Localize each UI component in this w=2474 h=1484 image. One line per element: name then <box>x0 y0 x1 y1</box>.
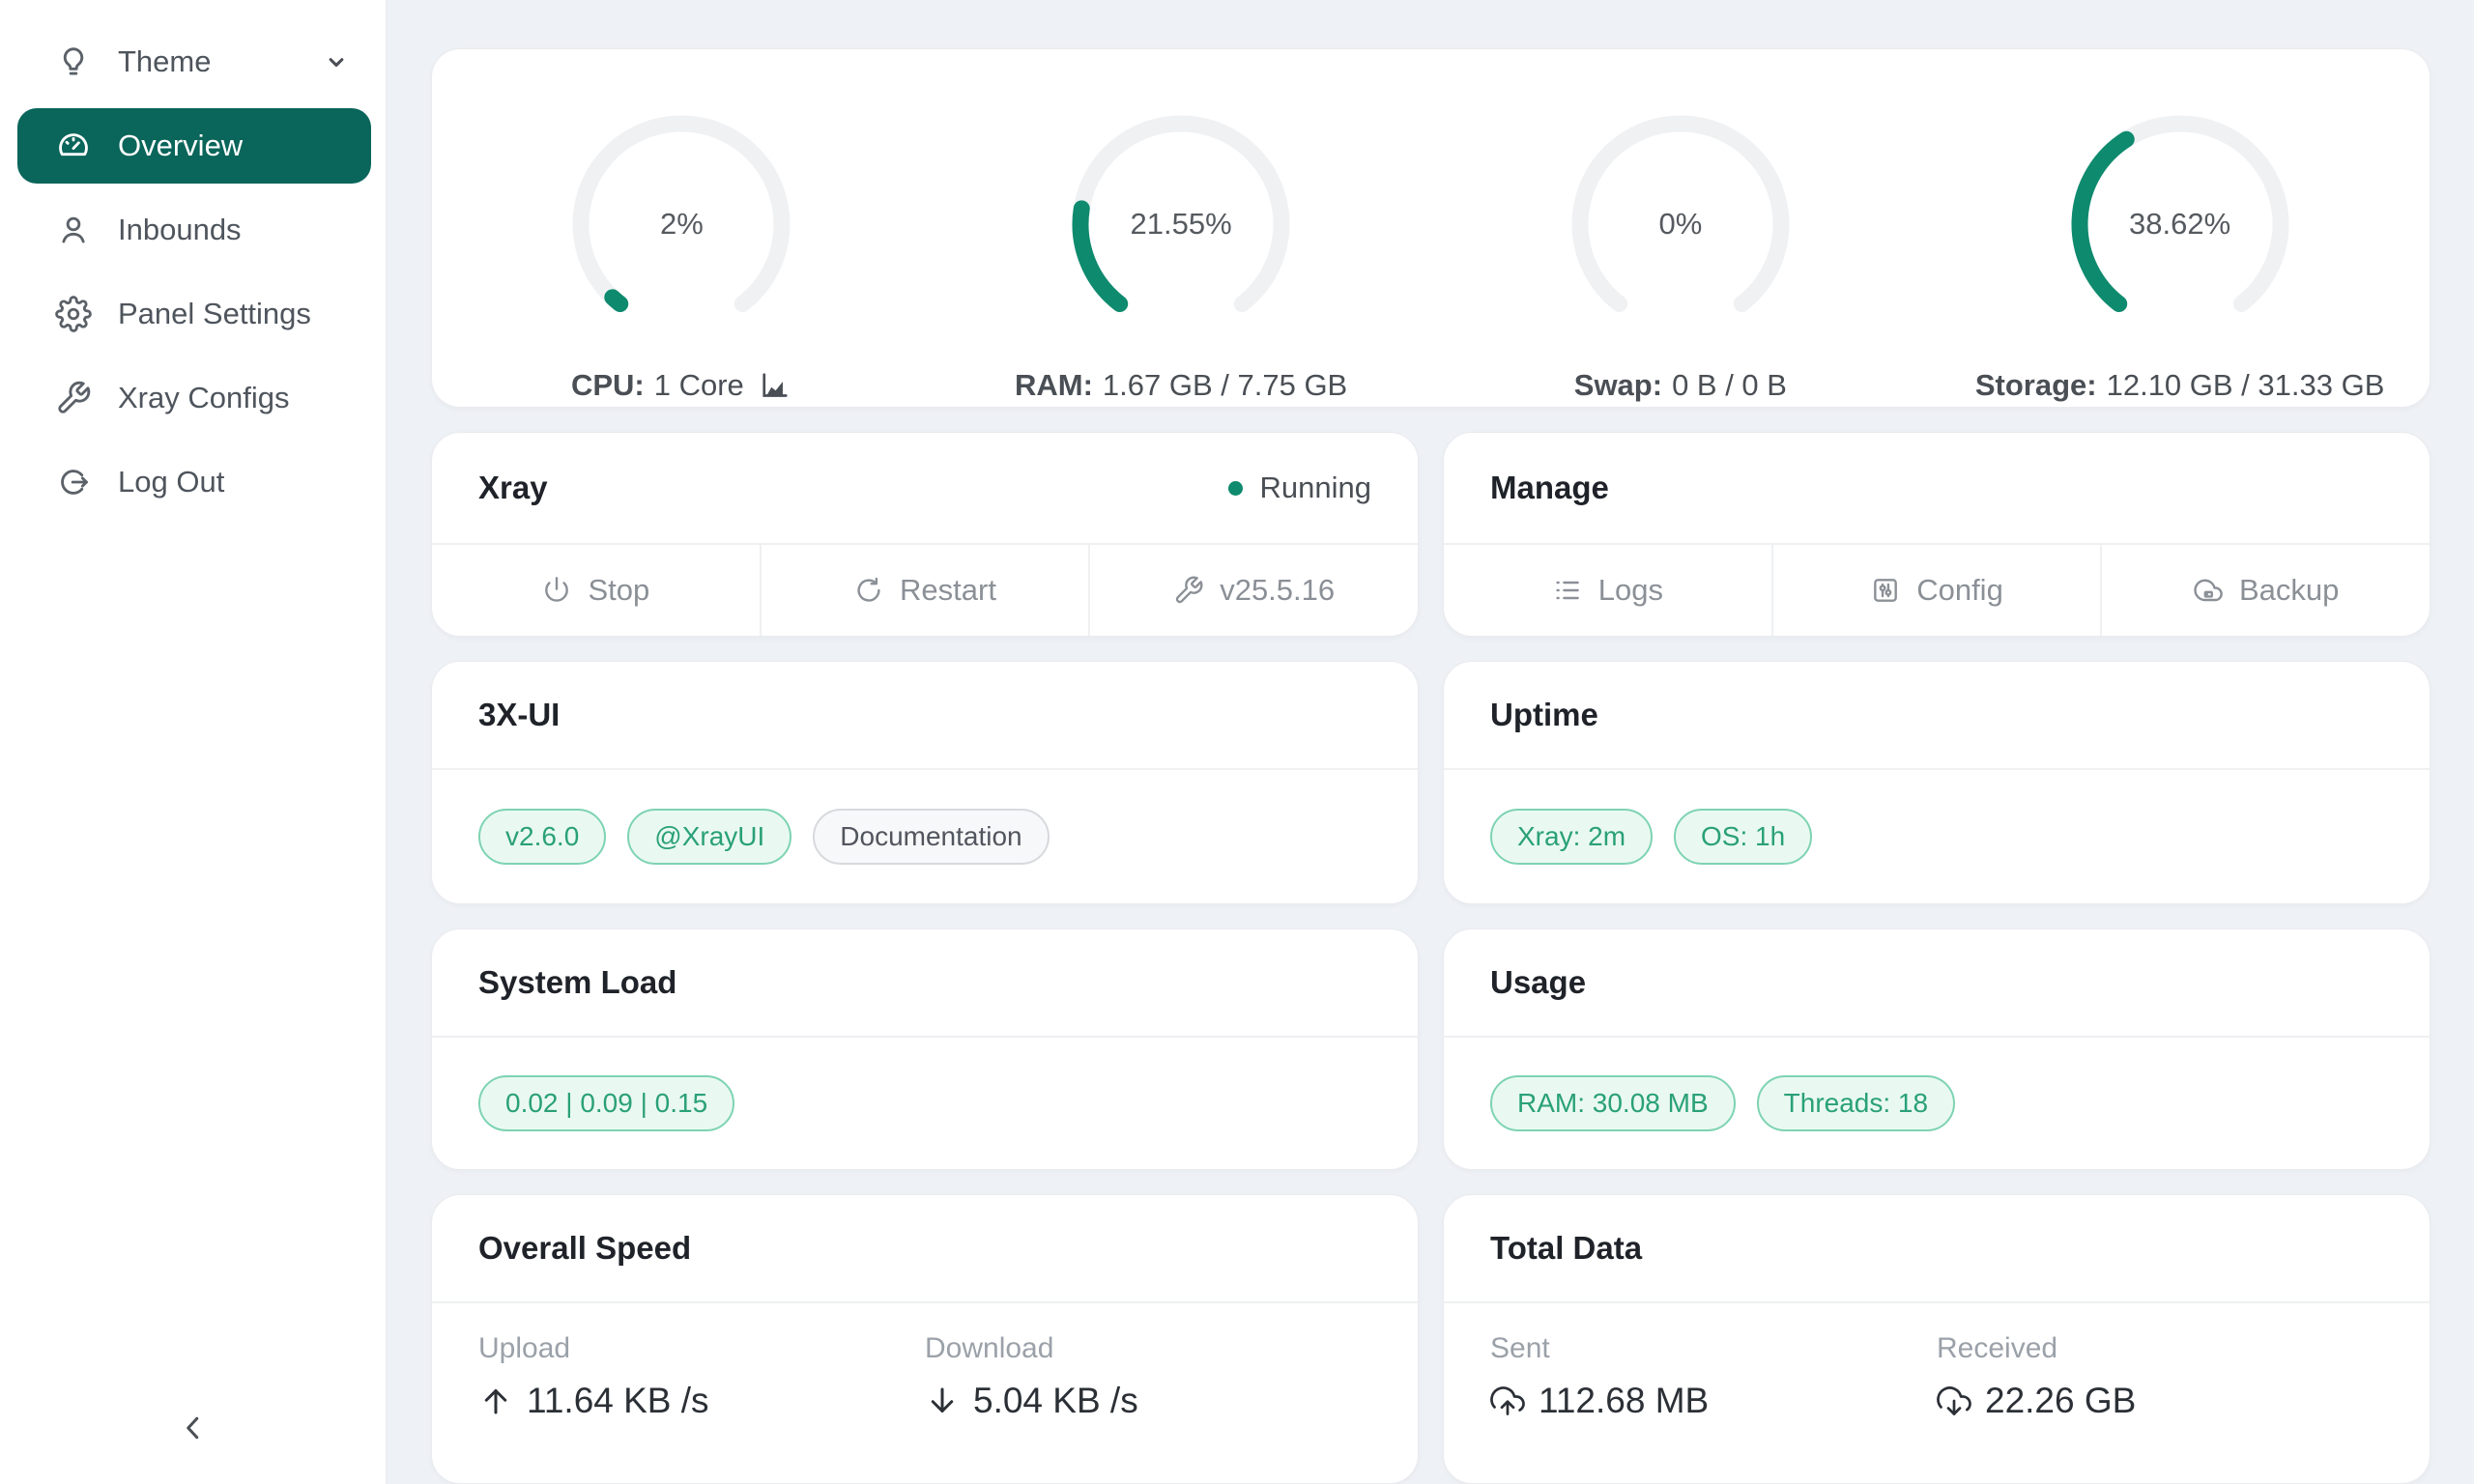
sidebar-item-inbounds[interactable]: Inbounds <box>17 192 371 268</box>
download-stat: Download 5.04 KB /s <box>925 1332 1371 1483</box>
chevron-down-icon <box>323 48 350 75</box>
sidebar-item-panel-settings[interactable]: Panel Settings <box>17 276 371 352</box>
manage-config-button[interactable]: Config <box>1771 545 2101 636</box>
manage-card: Manage Logs <box>1443 432 2431 637</box>
sidebar-item-label: Theme <box>118 44 211 79</box>
sidebar-collapse-button[interactable] <box>164 1399 222 1457</box>
load-average-badge: 0.02 | 0.09 | 0.15 <box>478 1075 734 1131</box>
chevron-left-icon <box>176 1411 211 1445</box>
logout-icon <box>54 463 93 501</box>
sidebar-item-xray-configs[interactable]: Xray Configs <box>17 360 371 436</box>
list-icon <box>1552 575 1583 606</box>
cloud-server-icon <box>2193 575 2224 606</box>
card-title: System Load <box>478 964 676 1001</box>
cloud-download-icon <box>1937 1384 1971 1418</box>
manage-backup-button[interactable]: Backup <box>2100 545 2430 636</box>
threads-badge: Threads: 18 <box>1757 1075 1955 1131</box>
stat-value: 5.04 KB /s <box>973 1381 1138 1421</box>
upload-stat: Upload 11.64 KB /s <box>478 1332 925 1483</box>
stat-value: 112.68 MB <box>1539 1381 1709 1421</box>
wrench-icon <box>54 379 93 417</box>
card-title: Total Data <box>1490 1230 1642 1267</box>
system-load-card: System Load 0.02 | 0.09 | 0.15 <box>431 928 1419 1170</box>
gear-icon <box>54 295 93 333</box>
xray-card: Xray Running Stop <box>431 432 1419 637</box>
overall-speed-card: Overall Speed Upload 11.64 KB /s Downl <box>431 1194 1419 1484</box>
os-uptime-badge: OS: 1h <box>1674 809 1812 865</box>
xray-uptime-badge: Xray: 2m <box>1490 809 1653 865</box>
stat-label: Sent <box>1490 1332 1937 1365</box>
sidebar-item-label: Inbounds <box>118 213 242 247</box>
stat-label: Download <box>925 1332 1371 1365</box>
bulb-icon <box>54 43 93 81</box>
storage-caption: Storage:12.10 GB / 31.33 GB <box>1975 368 2385 403</box>
arrow-down-icon <box>925 1384 960 1418</box>
total-data-card: Total Data Sent 112.68 MB <box>1443 1194 2431 1484</box>
documentation-badge[interactable]: Documentation <box>813 809 1049 865</box>
system-stats-card: 2% CPU:1 Core 21.55% RAM:1.67 GB / 7.75 … <box>431 48 2431 408</box>
card-title: Usage <box>1490 964 1586 1001</box>
ram-caption: RAM:1.67 GB / 7.75 GB <box>1015 368 1347 403</box>
area-chart-icon[interactable] <box>758 368 792 403</box>
swap-gauge: 0% Swap:0 B / 0 B <box>1431 49 1931 407</box>
ram-gauge: 21.55% RAM:1.67 GB / 7.75 GB <box>932 49 1431 407</box>
main-content: 2% CPU:1 Core 21.55% RAM:1.67 GB / 7.75 … <box>387 0 2474 1484</box>
xray-restart-button[interactable]: Restart <box>760 545 1089 636</box>
uptime-card: Uptime Xray: 2m OS: 1h <box>1443 661 2431 904</box>
wrench-icon <box>1173 575 1204 606</box>
xray-version-button[interactable]: v25.5.16 <box>1088 545 1418 636</box>
card-title: Overall Speed <box>478 1230 691 1267</box>
card-title: 3X-UI <box>478 697 560 733</box>
sidebar-item-log-out[interactable]: Log Out <box>17 444 371 520</box>
cloud-upload-icon <box>1490 1384 1525 1418</box>
stat-value: 22.26 GB <box>1985 1381 2136 1421</box>
sidebar: Theme Overview <box>0 0 387 1484</box>
cpu-caption: CPU:1 Core <box>571 368 792 403</box>
card-title: Uptime <box>1490 697 1598 733</box>
sidebar-item-theme[interactable]: Theme <box>17 24 371 100</box>
storage-gauge: 38.62% Storage:12.10 GB / 31.33 GB <box>1930 49 2430 407</box>
stat-value: 11.64 KB /s <box>527 1381 709 1421</box>
swap-caption: Swap:0 B / 0 B <box>1574 368 1787 403</box>
user-icon <box>54 211 93 249</box>
sidebar-item-label: Overview <box>118 128 243 163</box>
sidebar-item-label: Log Out <box>118 465 224 499</box>
card-title: Manage <box>1490 470 1609 506</box>
status-dot-icon <box>1228 481 1243 496</box>
ram-percent: 21.55% <box>1060 103 1302 345</box>
app-root: Theme Overview <box>0 0 2474 1484</box>
cpu-percent: 2% <box>561 103 802 345</box>
manage-logs-button[interactable]: Logs <box>1444 545 1771 636</box>
status-label: Running <box>1260 471 1371 505</box>
stat-label: Received <box>1937 1332 2383 1365</box>
dashboard-icon <box>54 127 93 165</box>
sidebar-item-label: Panel Settings <box>118 297 311 331</box>
usage-card: Usage RAM: 30.08 MB Threads: 18 <box>1443 928 2431 1170</box>
swap-percent: 0% <box>1560 103 1801 345</box>
stat-label: Upload <box>478 1332 925 1365</box>
arrow-up-icon <box>478 1384 513 1418</box>
xray-status: Running <box>1228 471 1371 505</box>
xray-stop-button[interactable]: Stop <box>432 545 760 636</box>
telegram-badge[interactable]: @XrayUI <box>627 809 791 865</box>
storage-percent: 38.62% <box>2059 103 2301 345</box>
power-icon <box>541 575 572 606</box>
card-title: Xray <box>478 470 548 506</box>
received-stat: Received 22.26 GB <box>1937 1332 2383 1483</box>
sliders-icon <box>1870 575 1901 606</box>
cpu-gauge: 2% CPU:1 Core <box>432 49 932 407</box>
sidebar-item-label: Xray Configs <box>118 381 289 415</box>
sidebar-item-overview[interactable]: Overview <box>17 108 371 184</box>
sent-stat: Sent 112.68 MB <box>1490 1332 1937 1483</box>
ram-usage-badge: RAM: 30.08 MB <box>1490 1075 1736 1131</box>
reload-icon <box>853 575 884 606</box>
xui-card: 3X-UI v2.6.0 @XrayUI Documentation <box>431 661 1419 904</box>
version-badge[interactable]: v2.6.0 <box>478 809 606 865</box>
